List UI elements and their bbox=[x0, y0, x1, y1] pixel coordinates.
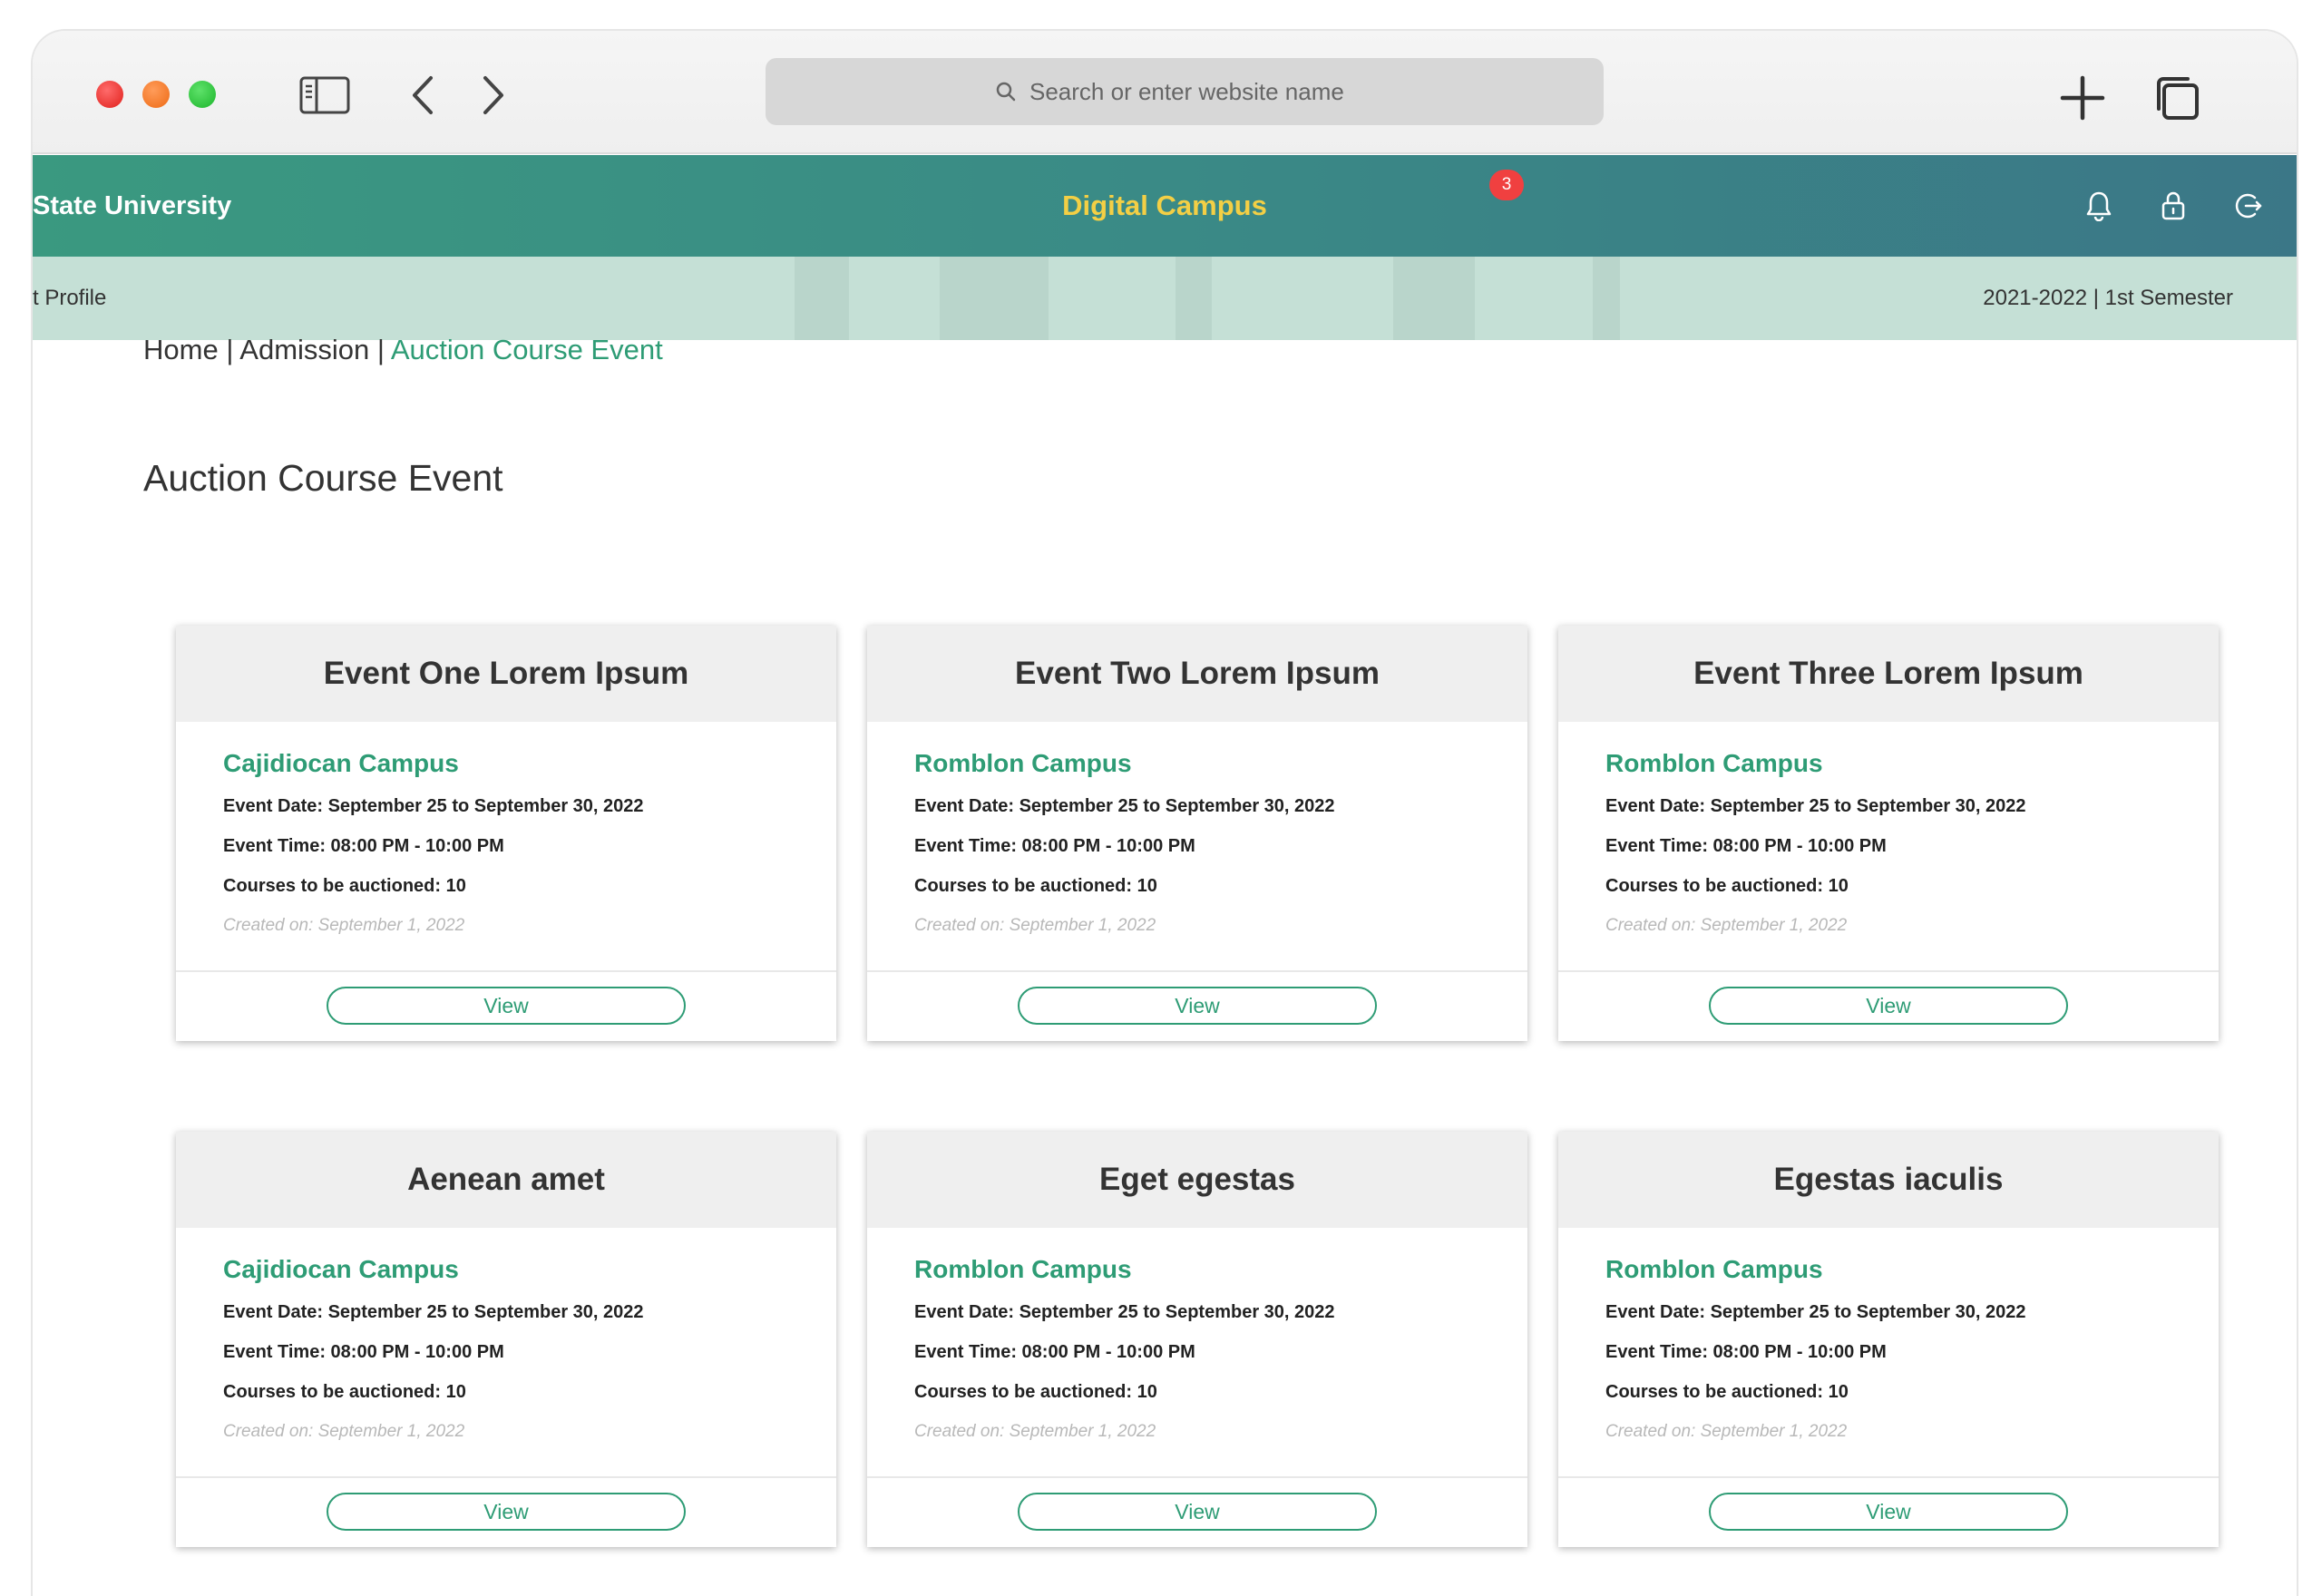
event-date: Event Date: September 25 to September 30… bbox=[1605, 1302, 2026, 1322]
event-title: Event One Lorem Ipsum bbox=[176, 626, 836, 722]
event-card: Event One Lorem Ipsum Cajidiocan Campus … bbox=[176, 626, 836, 1041]
event-card: Aenean amet Cajidiocan Campus Event Date… bbox=[176, 1132, 836, 1547]
event-date: Event Date: September 25 to September 30… bbox=[914, 1302, 1335, 1322]
event-courses-count: Courses to be auctioned: 10 bbox=[914, 876, 1157, 896]
view-event-button[interactable]: View bbox=[1018, 1493, 1377, 1531]
event-title: Egestas iaculis bbox=[1558, 1132, 2219, 1228]
breadcrumb-admission[interactable]: Admission bbox=[239, 334, 369, 365]
event-card: Event Three Lorem Ipsum Romblon Campus E… bbox=[1558, 626, 2219, 1041]
event-date: Event Date: September 25 to September 30… bbox=[914, 796, 1335, 816]
back-icon[interactable] bbox=[405, 73, 441, 118]
event-courses-count: Courses to be auctioned: 10 bbox=[223, 1382, 466, 1402]
view-event-button[interactable]: View bbox=[327, 1493, 686, 1531]
event-courses-count: Courses to be auctioned: 10 bbox=[1605, 1382, 1849, 1402]
event-time: Event Time: 08:00 PM - 10:00 PM bbox=[914, 1342, 1195, 1362]
breadcrumb-home[interactable]: Home bbox=[143, 334, 219, 365]
breadcrumb-separator: | bbox=[369, 334, 391, 365]
breadcrumb-separator: | bbox=[218, 334, 240, 365]
event-campus: Romblon Campus bbox=[914, 749, 1132, 777]
maximize-window-button[interactable] bbox=[189, 81, 216, 108]
event-campus: Romblon Campus bbox=[914, 1255, 1132, 1283]
logout-icon[interactable] bbox=[2231, 190, 2264, 222]
event-time: Event Time: 08:00 PM - 10:00 PM bbox=[223, 836, 504, 856]
bell-icon[interactable] bbox=[2083, 190, 2115, 222]
search-input[interactable] bbox=[1029, 77, 1374, 106]
view-event-button[interactable]: View bbox=[1709, 987, 2068, 1025]
notification-badge: 3 bbox=[1489, 170, 1524, 200]
view-event-button[interactable]: View bbox=[327, 987, 686, 1025]
sidebar-icon[interactable] bbox=[298, 74, 352, 116]
event-date: Event Date: September 25 to September 30… bbox=[1605, 796, 2026, 816]
event-card: Event Two Lorem Ipsum Romblon Campus Eve… bbox=[867, 626, 1527, 1041]
close-window-button[interactable] bbox=[96, 81, 123, 108]
minimize-window-button[interactable] bbox=[142, 81, 170, 108]
event-campus: Cajidiocan Campus bbox=[223, 1255, 459, 1283]
tabs-overview-icon[interactable] bbox=[2151, 73, 2202, 123]
app-title: Digital Campus bbox=[1062, 190, 1267, 221]
event-courses-count: Courses to be auctioned: 10 bbox=[223, 876, 466, 896]
event-time: Event Time: 08:00 PM - 10:00 PM bbox=[1605, 836, 1887, 856]
event-title: Event Three Lorem Ipsum bbox=[1558, 626, 2219, 722]
event-campus: Cajidiocan Campus bbox=[223, 749, 459, 777]
event-campus: Romblon Campus bbox=[1605, 749, 1823, 777]
search-icon bbox=[996, 82, 1016, 102]
semester-label: 2021-2022 | 1st Semester bbox=[1983, 286, 2233, 310]
lock-icon[interactable] bbox=[2157, 190, 2190, 222]
forward-icon[interactable] bbox=[475, 73, 512, 118]
event-created-date: Created on: September 1, 2022 bbox=[223, 916, 465, 935]
event-created-date: Created on: September 1, 2022 bbox=[914, 1422, 1156, 1441]
event-time: Event Time: 08:00 PM - 10:00 PM bbox=[1605, 1342, 1887, 1362]
event-time: Event Time: 08:00 PM - 10:00 PM bbox=[914, 836, 1195, 856]
app-header: State University Digital Campus 3 bbox=[33, 155, 2297, 257]
profile-link[interactable]: t Profile bbox=[33, 257, 106, 340]
page-title: Auction Course Event bbox=[143, 457, 503, 499]
view-event-button[interactable]: View bbox=[1018, 987, 1377, 1025]
event-courses-count: Courses to be auctioned: 10 bbox=[1605, 876, 1849, 896]
event-created-date: Created on: September 1, 2022 bbox=[1605, 1422, 1848, 1441]
event-campus: Romblon Campus bbox=[1605, 1255, 1823, 1283]
event-time: Event Time: 08:00 PM - 10:00 PM bbox=[223, 1342, 504, 1362]
profile-subbar: t Profile 2021-2022 | 1st Semester bbox=[33, 257, 2297, 340]
event-card: Eget egestas Romblon Campus Event Date: … bbox=[867, 1132, 1527, 1547]
event-title: Eget egestas bbox=[867, 1132, 1527, 1228]
event-date: Event Date: September 25 to September 30… bbox=[223, 1302, 644, 1322]
view-event-button[interactable]: View bbox=[1709, 1493, 2068, 1531]
breadcrumb: Home | Admission | Auction Course Event bbox=[143, 334, 663, 366]
event-created-date: Created on: September 1, 2022 bbox=[914, 916, 1156, 935]
breadcrumb-current: Auction Course Event bbox=[390, 334, 663, 365]
event-title: Event Two Lorem Ipsum bbox=[867, 626, 1527, 722]
event-title: Aenean amet bbox=[176, 1132, 836, 1228]
event-created-date: Created on: September 1, 2022 bbox=[223, 1422, 465, 1441]
new-tab-icon[interactable] bbox=[2057, 73, 2108, 123]
event-created-date: Created on: September 1, 2022 bbox=[1605, 916, 1848, 935]
address-bar[interactable] bbox=[766, 58, 1604, 125]
browser-toolbar bbox=[33, 31, 2297, 154]
event-card: Egestas iaculis Romblon Campus Event Dat… bbox=[1558, 1132, 2219, 1547]
event-date: Event Date: September 25 to September 30… bbox=[223, 796, 644, 816]
event-courses-count: Courses to be auctioned: 10 bbox=[914, 1382, 1157, 1402]
